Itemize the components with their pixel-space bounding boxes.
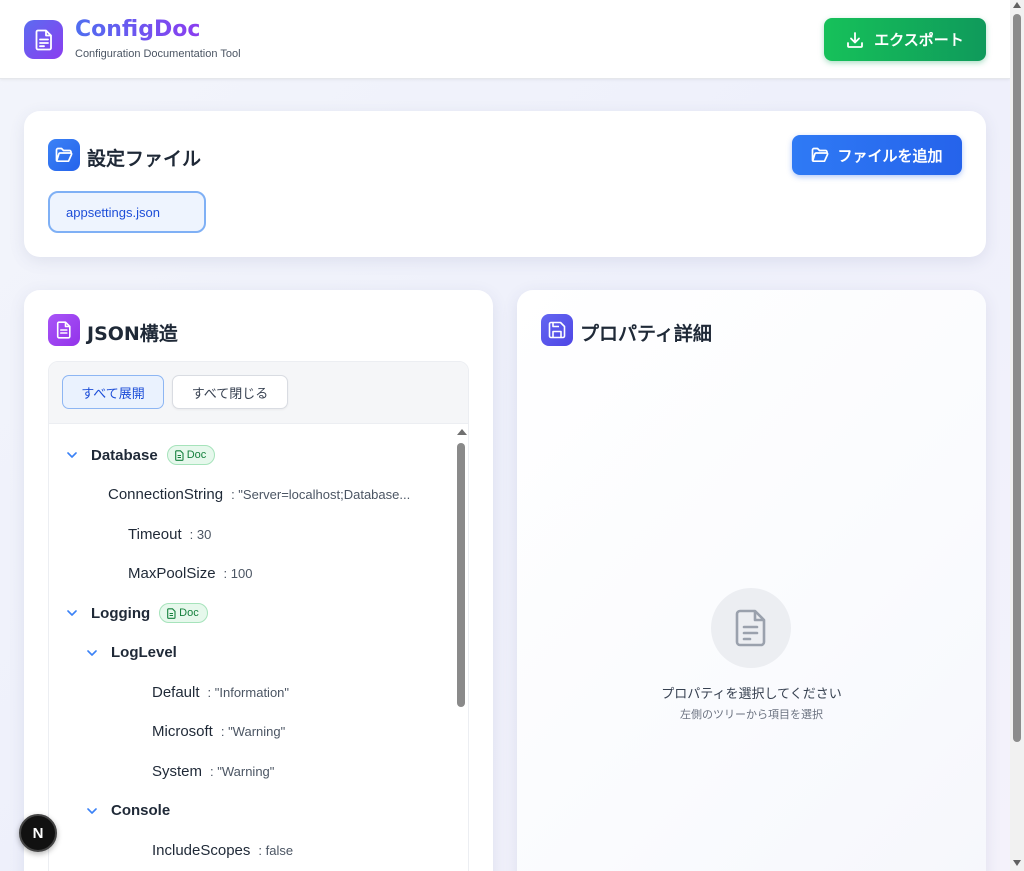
tree-node-key: Default [152, 683, 200, 701]
doc-icon [167, 607, 176, 619]
tree-node-key: IncludeScopes [152, 841, 251, 859]
tree-node-value: : false [258, 842, 294, 858]
doc-badge: Doc [166, 445, 216, 465]
tree-node-value: : "Information" [207, 684, 290, 700]
tree-node-maxpoolsize[interactable]: MaxPoolSize : 100 [128, 559, 252, 589]
tree-node-system[interactable]: System : "Warning" [152, 756, 274, 786]
tree-node-timeout[interactable]: Timeout : 30 [128, 519, 211, 549]
tree-node-key: MaxPoolSize [128, 565, 216, 582]
config-files-card: 設定ファイル ファイルを追加 appsettings.json [24, 111, 986, 257]
empty-state-circle [711, 588, 791, 668]
tree-node-key: Database [91, 446, 158, 464]
tree-node-microsoft[interactable]: Microsoft : "Warning" [152, 717, 285, 747]
tree-node-value: : "Warning" [210, 763, 275, 779]
expand-all-button[interactable]: すべて展開 [62, 375, 164, 409]
tree-node-database[interactable]: Database Doc [67, 440, 216, 470]
json-doc-icon-box [48, 314, 80, 346]
empty-state-subtitle: 左側のツリーから項目を選択 [680, 708, 823, 721]
json-structure-card: JSON構造 すべて展開 すべて閉じる Database Doc Connectio… [24, 290, 493, 871]
document-icon [56, 321, 71, 339]
json-tree: すべて展開 すべて閉じる Database Doc ConnectionString… [48, 361, 469, 871]
app-title: ConfigDoc [75, 17, 201, 42]
tree-node-value: : 100 [223, 566, 253, 581]
export-button[interactable]: エクスポート [824, 18, 986, 61]
chevron-down-icon[interactable] [67, 450, 77, 460]
scroll-down-arrow-icon[interactable] [1013, 860, 1021, 866]
tree-node-includescopes[interactable]: IncludeScopes : false [152, 835, 293, 865]
scroll-up-arrow-icon[interactable] [1013, 2, 1021, 8]
tree-node-console[interactable]: Console [87, 796, 170, 826]
tree-scrollbar[interactable] [454, 425, 468, 871]
property-details-card: プロパティ詳細 プロパティを選択してください 左側のツリーから項目を選択 [517, 290, 986, 871]
tree-node-key: LogLevel [111, 644, 177, 661]
export-label: エクスポート [874, 31, 964, 49]
download-icon [847, 31, 864, 48]
add-file-label: ファイルを追加 [837, 146, 943, 165]
tree-node-value: : "Warning" [220, 724, 286, 739]
app-header: ConfigDoc Configuration Documentation To… [0, 0, 1010, 79]
tree-node-key: Microsoft [152, 723, 213, 740]
chevron-down-icon[interactable] [87, 806, 97, 816]
save-icon-box [541, 314, 573, 346]
tree-node-logging[interactable]: Logging Doc [67, 598, 208, 628]
folder-open-icon [812, 147, 829, 163]
add-file-button[interactable]: ファイルを追加 [792, 135, 962, 175]
tree-node-key: Timeout [128, 525, 182, 543]
app-subtitle: Configuration Documentation Tool [75, 48, 241, 60]
app-logo [24, 20, 63, 59]
file-text-icon [735, 609, 766, 647]
document-icon [35, 29, 52, 50]
tree-node-value: : "Server=localhost;Database... [231, 487, 411, 502]
dev-tools-badge[interactable]: N [19, 814, 57, 852]
chevron-down-icon[interactable] [67, 608, 77, 618]
json-structure-title: JSON構造 [87, 323, 178, 345]
chevron-down-icon[interactable] [87, 648, 97, 658]
save-icon [548, 321, 566, 339]
tree-node-key: ConnectionString [108, 486, 224, 503]
folder-icon [55, 147, 73, 163]
doc-badge-label: Doc [179, 607, 199, 619]
tree-node-key: Console [111, 802, 171, 819]
tree-node-loglevel[interactable]: LogLevel [87, 638, 177, 668]
doc-badge: Doc [159, 603, 208, 623]
tree-node-connectionstring[interactable]: ConnectionString : "Server=localhost;Data… [108, 480, 410, 510]
tree-scroll-up-icon[interactable] [457, 429, 467, 435]
tree-toolbar: すべて展開 すべて閉じる [49, 362, 468, 424]
page-scrollbar-thumb[interactable] [1013, 14, 1021, 742]
folder-icon-box [48, 139, 80, 171]
tree-node-key: System [152, 762, 203, 780]
tree-node-key: Logging [91, 604, 151, 622]
doc-icon [174, 449, 184, 461]
tree-scrollbar-thumb[interactable] [457, 443, 465, 707]
empty-state-title: プロパティを選択してください [661, 687, 842, 702]
page-scrollbar[interactable] [1010, 0, 1024, 871]
config-files-title: 設定ファイル [87, 148, 202, 170]
tree-node-default[interactable]: Default : "Information" [152, 677, 289, 707]
collapse-all-button[interactable]: すべて閉じる [172, 375, 288, 409]
property-details-title: プロパティ詳細 [580, 323, 712, 345]
file-chip-appsettings[interactable]: appsettings.json [48, 191, 206, 233]
tree-node-value: : 30 [189, 526, 212, 542]
doc-badge-label: Doc [186, 449, 207, 461]
